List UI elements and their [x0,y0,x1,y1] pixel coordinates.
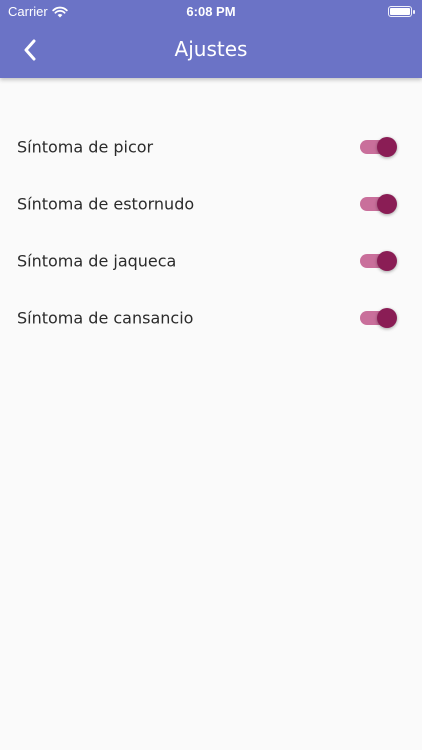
toggle-switch-cansancio[interactable] [360,307,397,328]
setting-label: Síntoma de estornudo [17,194,195,213]
toggle-switch-jaqueca[interactable] [360,250,397,271]
toggle-thumb [377,193,397,214]
toggle-thumb [377,250,397,271]
battery-icon [388,6,415,17]
setting-row-cansancio: Síntoma de cansancio [0,289,422,346]
setting-row-picor: Síntoma de picor [0,118,422,175]
setting-label: Síntoma de picor [17,137,154,156]
status-time: 6:08 PM [186,4,236,19]
settings-list: Síntoma de picor Síntoma de estornudo Sí… [0,118,422,346]
page-title: Ajustes [174,37,248,61]
battery-fill [390,8,410,15]
setting-label: Síntoma de cansancio [17,308,194,327]
setting-row-estornudo: Síntoma de estornudo [0,175,422,232]
toggle-switch-picor[interactable] [360,136,397,157]
toggle-thumb [377,307,397,328]
setting-row-jaqueca: Síntoma de jaqueca [0,232,422,289]
status-bar: Carrier 6:08 PM [0,0,422,22]
toggle-switch-estornudo[interactable] [360,193,397,214]
settings-screen: Carrier 6:08 PM Ajustes Síntoma de picor… [0,0,422,750]
header: Carrier 6:08 PM Ajustes [0,0,422,78]
setting-label: Síntoma de jaqueca [17,251,177,270]
app-bar: Ajustes [0,22,422,78]
toggle-thumb [377,136,397,157]
